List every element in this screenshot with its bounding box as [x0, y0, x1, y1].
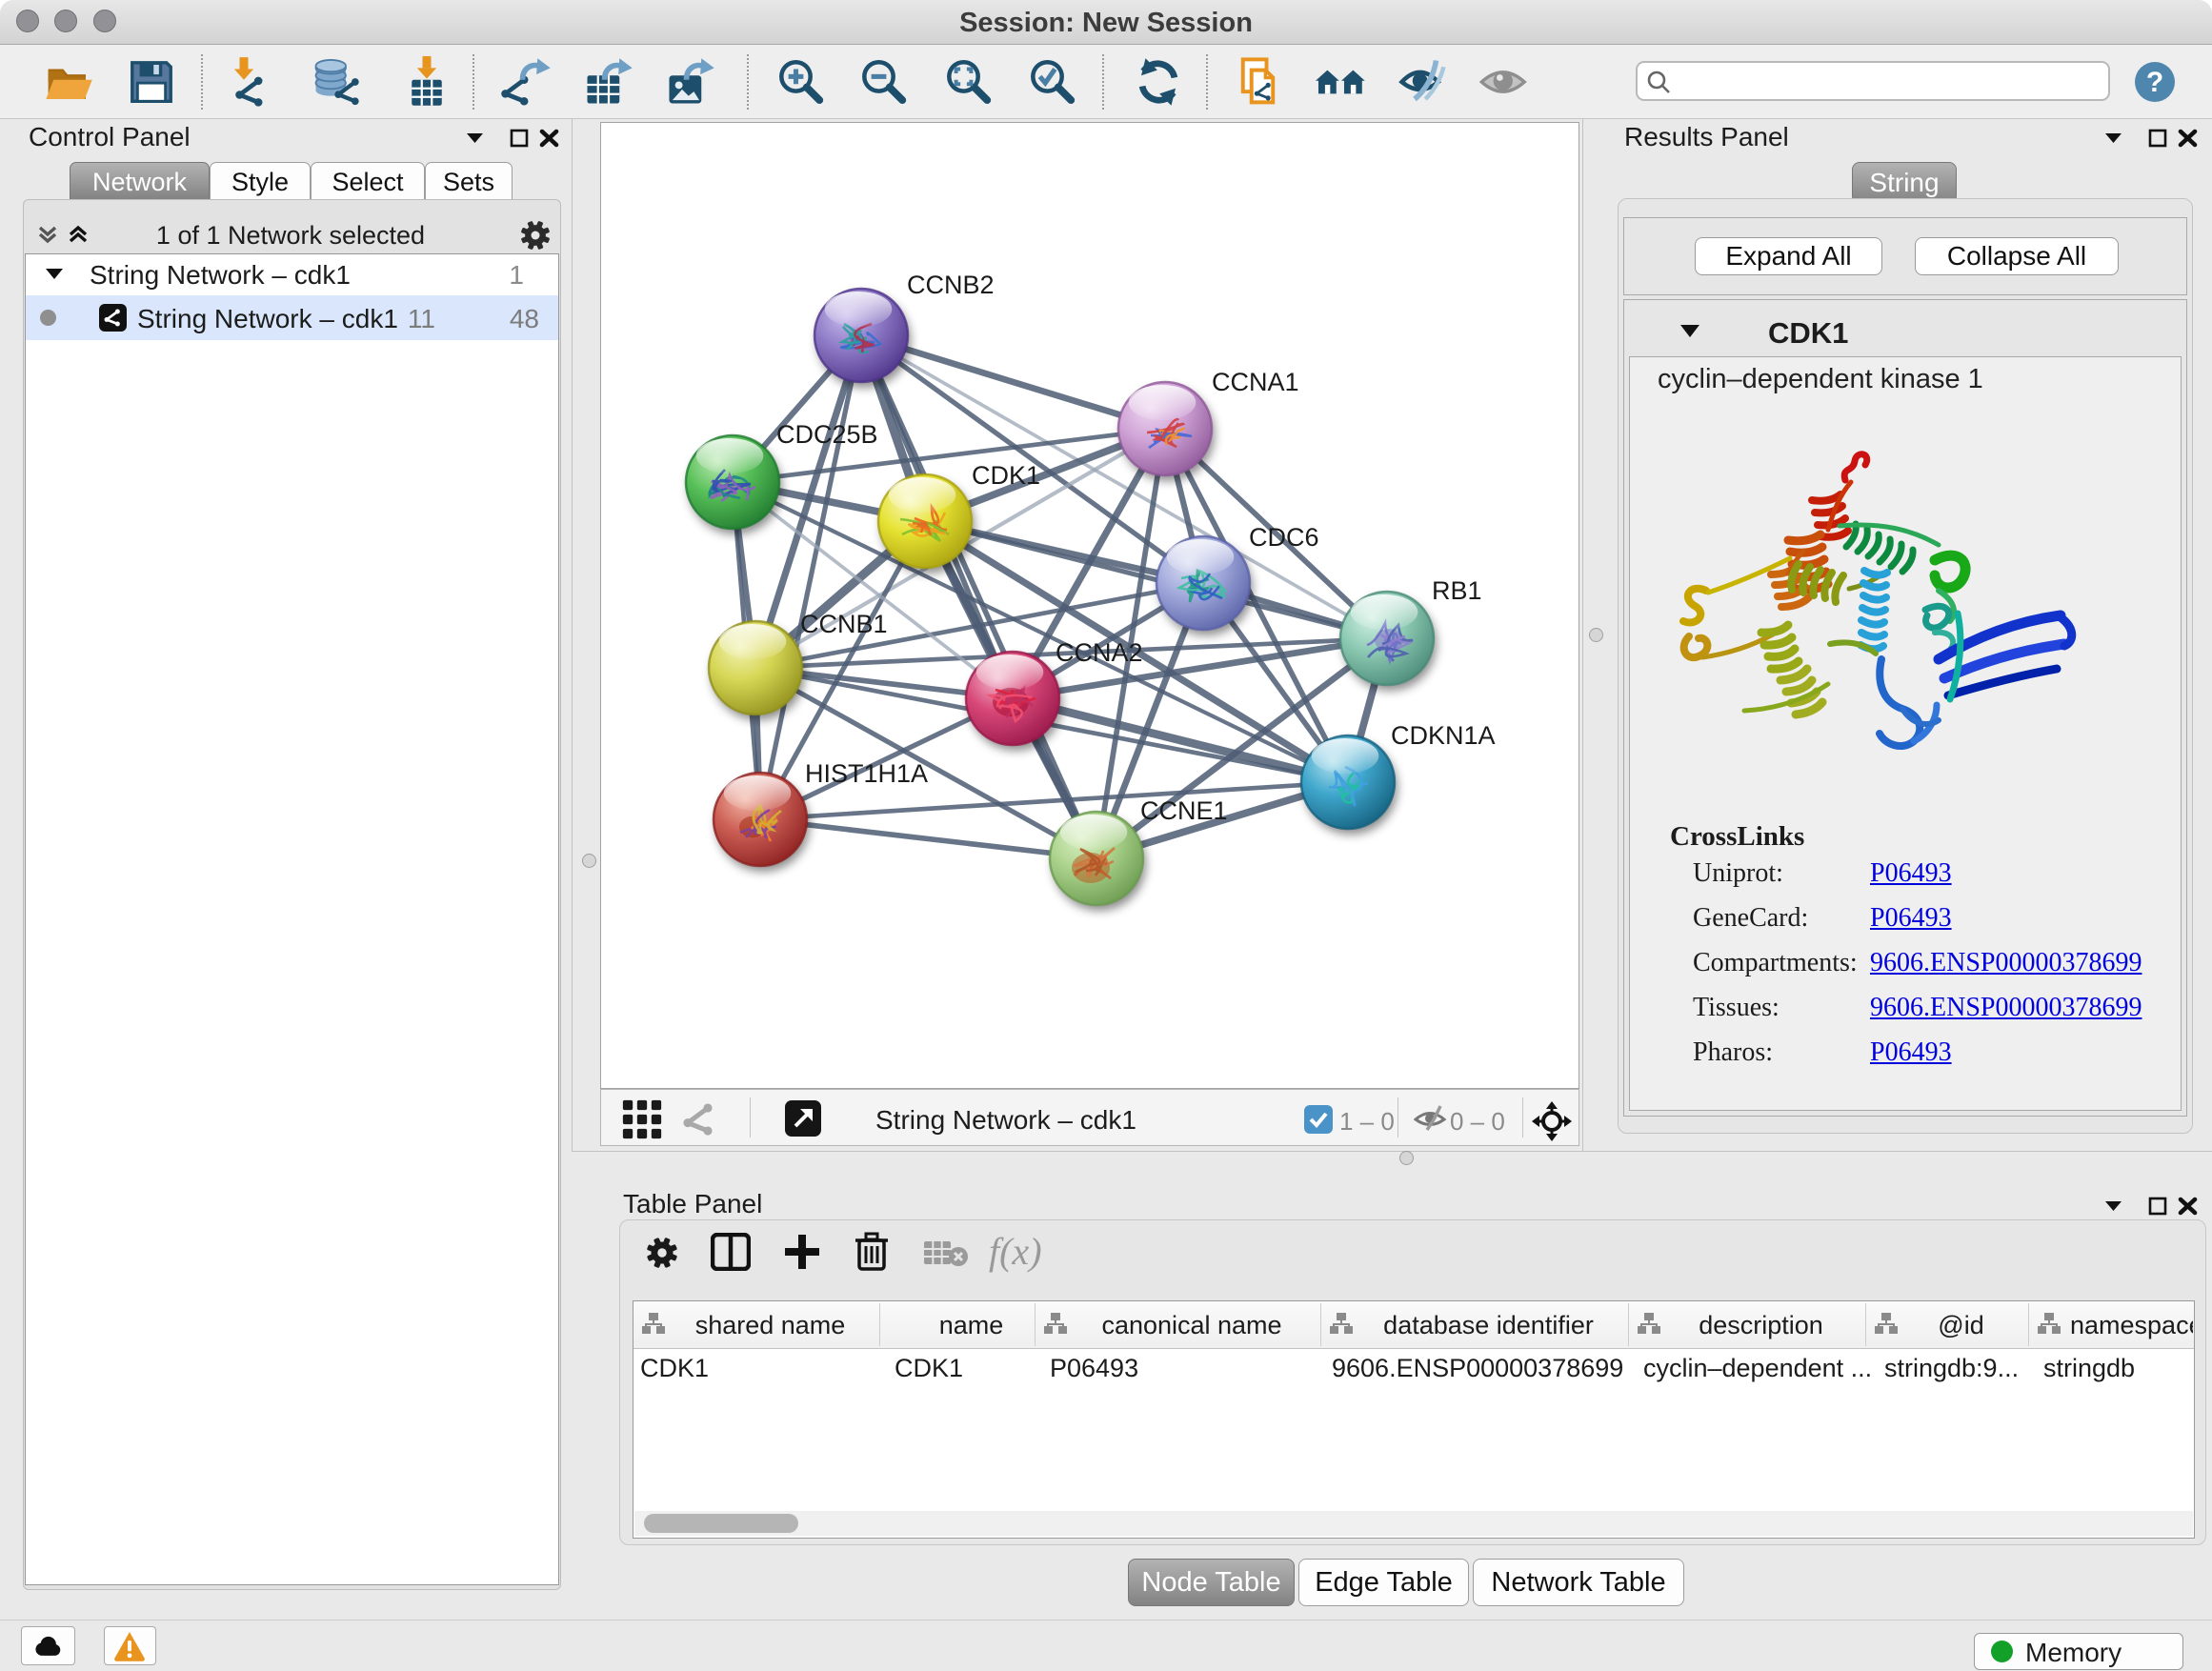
svg-text:CDK1: CDK1: [972, 461, 1040, 490]
svg-text:CDC6: CDC6: [1249, 523, 1319, 552]
svg-text:CCNA1: CCNA1: [1212, 368, 1299, 396]
svg-text:CDC25B: CDC25B: [776, 420, 878, 449]
svg-text:CCNB2: CCNB2: [907, 271, 995, 299]
svg-text:RB1: RB1: [1432, 576, 1482, 605]
svg-text:CDKN1A: CDKN1A: [1391, 721, 1496, 750]
svg-text:CCNB1: CCNB1: [800, 610, 888, 638]
svg-text:CCNA2: CCNA2: [1056, 638, 1143, 667]
svg-text:CCNE1: CCNE1: [1140, 796, 1228, 825]
svg-text:HIST1H1A: HIST1H1A: [805, 759, 928, 788]
